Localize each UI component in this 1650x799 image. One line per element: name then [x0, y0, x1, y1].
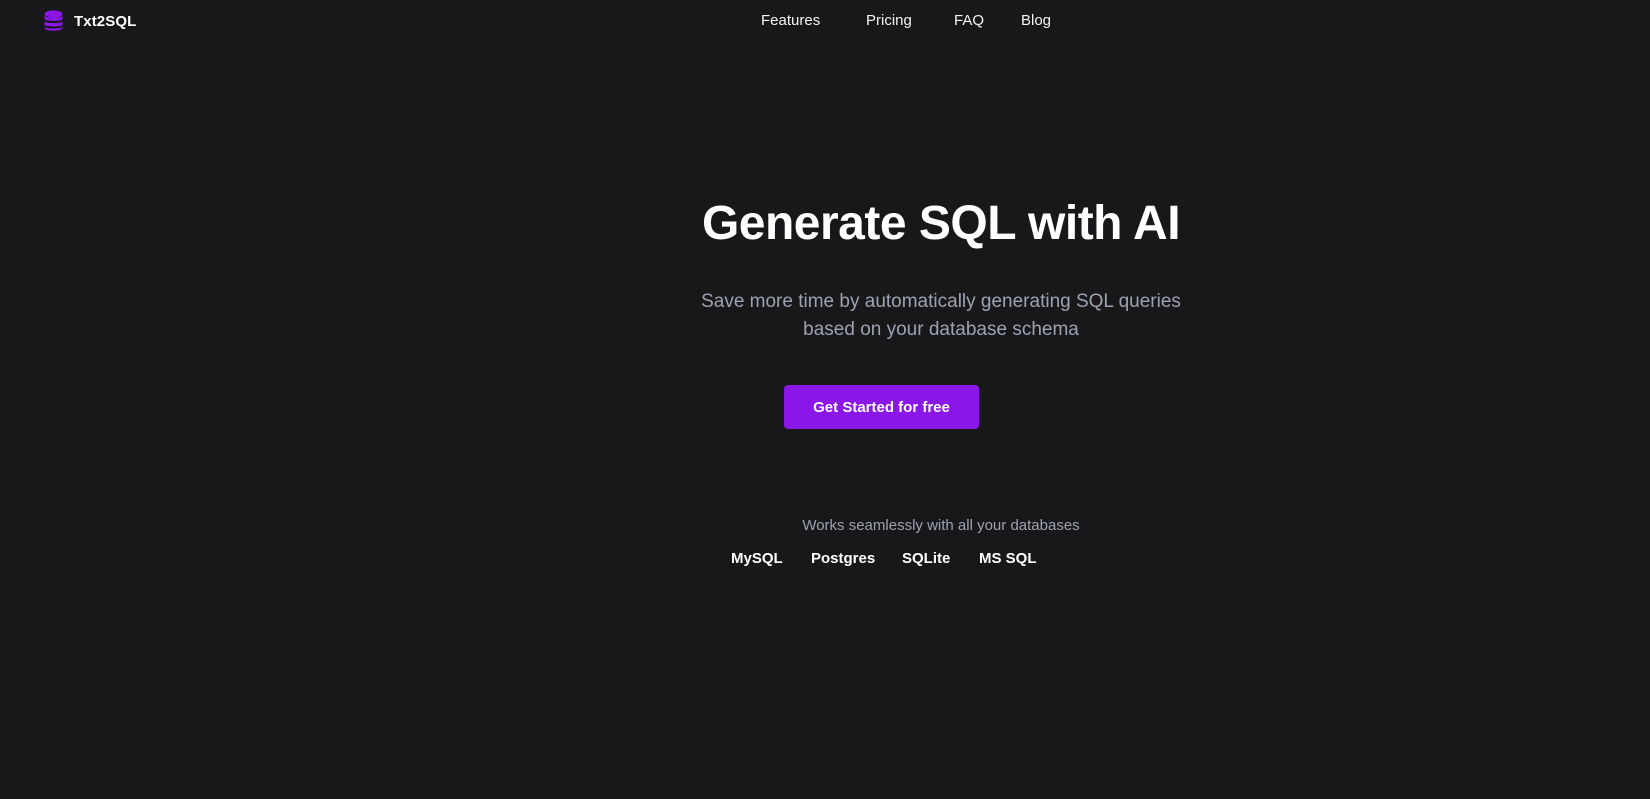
hero-subtitle: Save more time by automatically generati…: [0, 288, 1650, 344]
database-item-mssql: MS SQL: [979, 550, 1037, 567]
nav-item-features[interactable]: Features: [761, 12, 820, 29]
nav-item-faq[interactable]: FAQ: [954, 12, 984, 29]
top-navigation-bar: Txt2SQL Features Pricing FAQ Blog: [0, 0, 1650, 42]
database-list: MySQL Postgres SQLite MS SQL: [0, 550, 1650, 570]
hero-title: Generate SQL with AI: [701, 197, 1181, 250]
hero-subtitle-line-2: based on your database schema: [803, 319, 1079, 340]
nav-item-blog[interactable]: Blog: [1021, 12, 1051, 29]
nav-item-pricing[interactable]: Pricing: [866, 12, 912, 29]
databases-caption: Works seamlessly with all your databases: [802, 517, 1080, 534]
database-item-sqlite: SQLite: [902, 550, 951, 567]
database-item-mysql: MySQL: [731, 550, 783, 567]
get-started-button[interactable]: Get Started for free: [784, 385, 979, 429]
main-nav: Features Pricing FAQ Blog: [0, 12, 1650, 32]
database-item-postgres: Postgres: [811, 550, 876, 567]
hero-subtitle-line-1: Save more time by automatically generati…: [701, 291, 1181, 312]
